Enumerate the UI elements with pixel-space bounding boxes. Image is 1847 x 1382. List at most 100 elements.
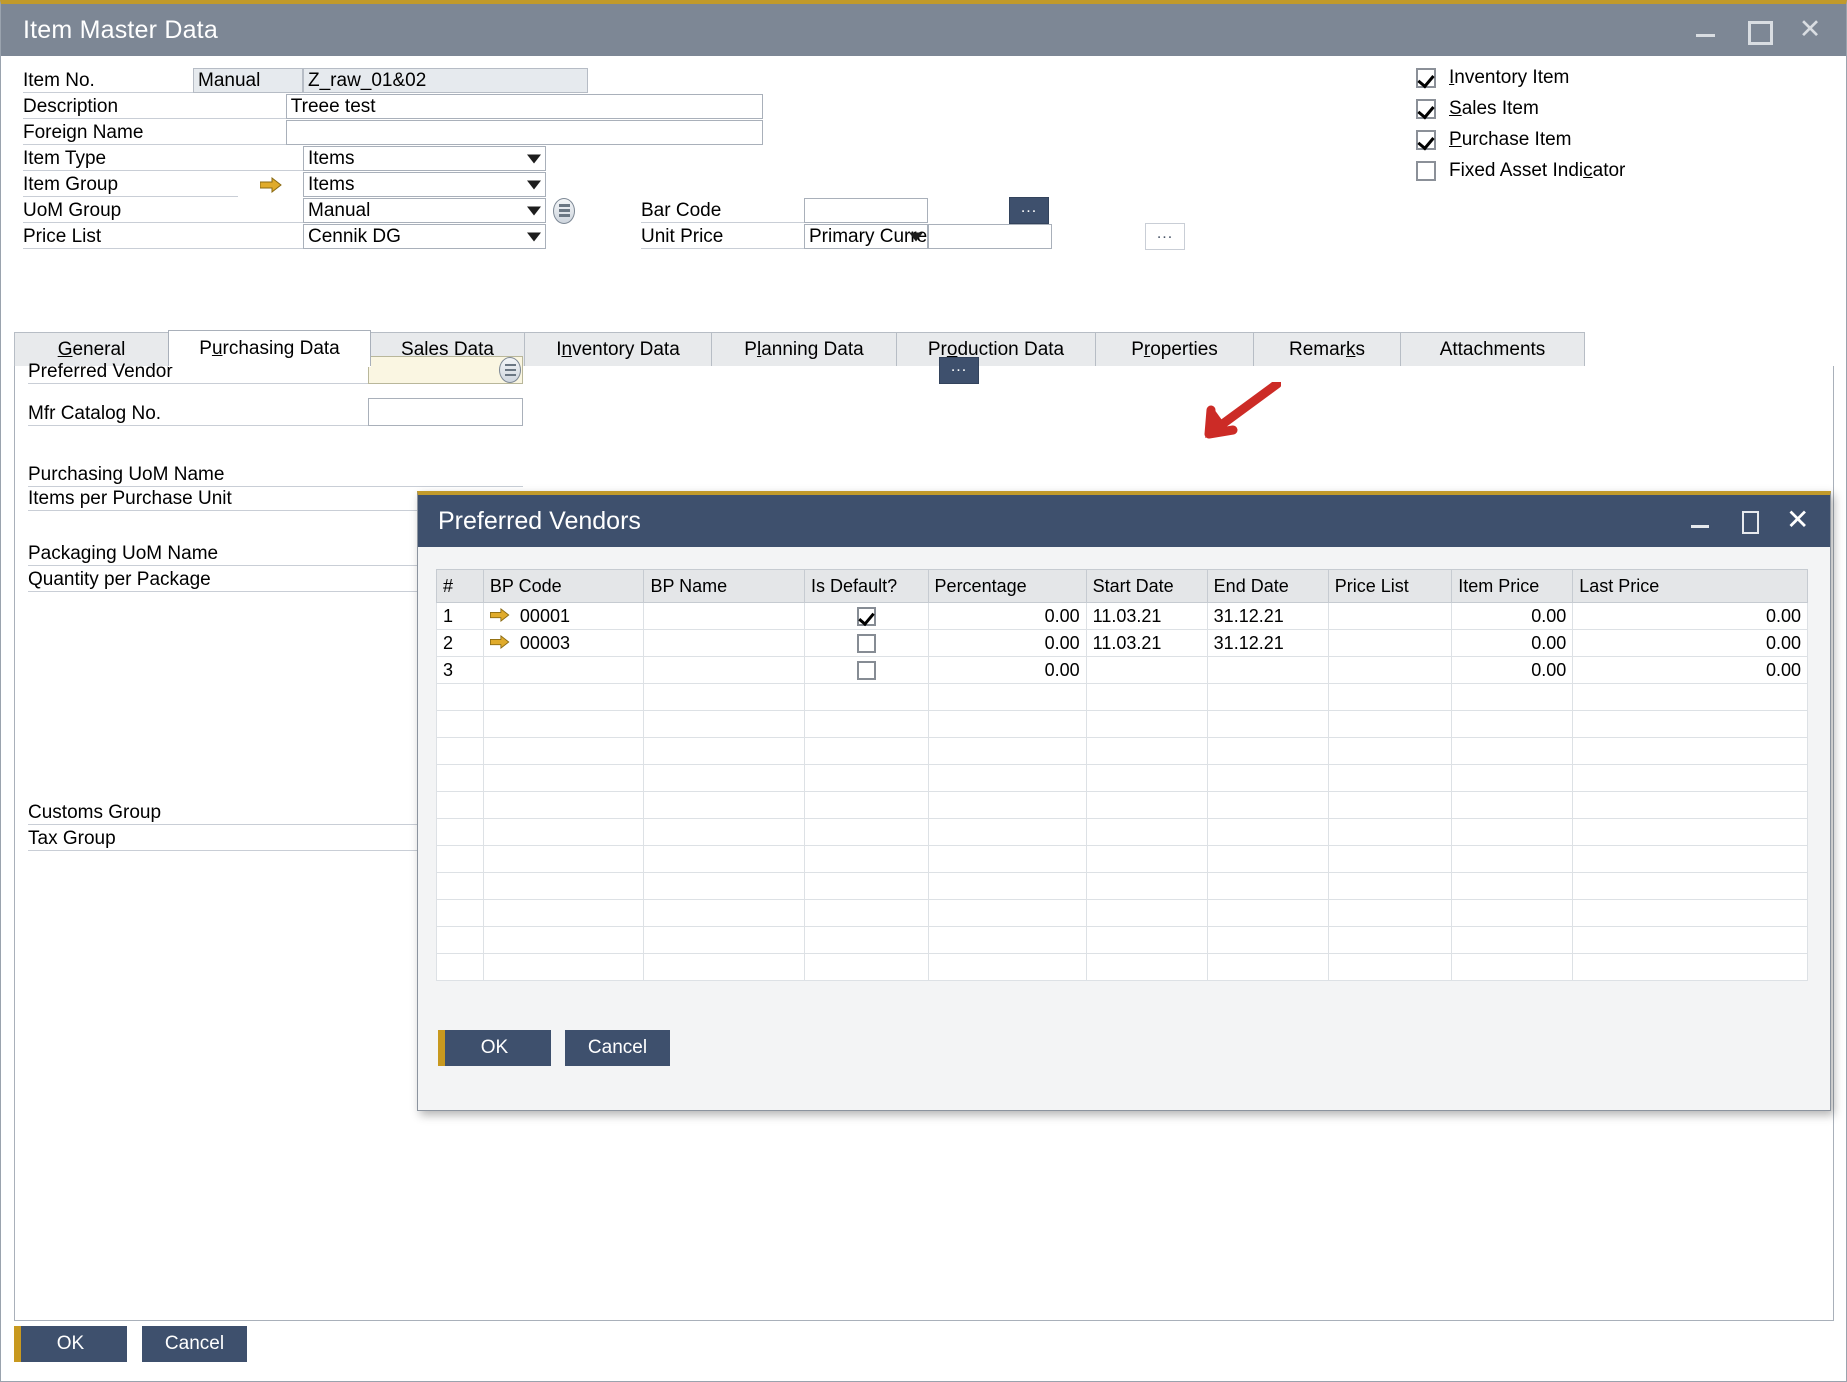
checkbox-sales-item[interactable]: Sales Item xyxy=(1416,98,1539,120)
cell-item-price[interactable]: 0.00 xyxy=(1452,603,1573,630)
tab-attachments[interactable]: Attachments xyxy=(1400,332,1585,366)
is-default-checkbox[interactable] xyxy=(857,661,876,680)
cell-bp-code[interactable] xyxy=(483,711,644,738)
column-header-end-date[interactable]: End Date xyxy=(1207,570,1328,603)
column-header-is-default[interactable]: Is Default? xyxy=(805,570,929,603)
checkbox-inventory-item[interactable]: Inventory Item xyxy=(1416,67,1569,89)
cancel-button[interactable]: Cancel xyxy=(142,1326,247,1362)
link-arrow-icon[interactable] xyxy=(490,635,512,651)
item-no-mode-field[interactable]: Manual xyxy=(193,68,303,93)
column-header-item-price[interactable]: Item Price xyxy=(1452,570,1573,603)
column-header-bp-name[interactable]: BP Name xyxy=(644,570,805,603)
cell-bp-code[interactable] xyxy=(483,846,644,873)
column-header-index[interactable]: # xyxy=(437,570,484,603)
cell-end-date[interactable]: 31.12.21 xyxy=(1207,630,1328,657)
table-row[interactable]: 2000030.0011.03.2131.12.210.000.00 xyxy=(437,630,1808,657)
unit-price-browse-button[interactable]: ... xyxy=(1145,223,1185,250)
table-row-empty[interactable] xyxy=(437,846,1808,873)
maximize-icon[interactable] xyxy=(1746,18,1770,42)
cell-start-date[interactable]: 11.03.21 xyxy=(1086,603,1207,630)
preferred-vendor-browse-button[interactable]: ... xyxy=(939,357,979,384)
table-row-empty[interactable] xyxy=(437,819,1808,846)
description-input[interactable]: Treee test xyxy=(286,94,763,119)
cell-bp-code[interactable] xyxy=(483,792,644,819)
cell-bp-code[interactable]: 00001 xyxy=(483,603,644,630)
dialog-minimize-icon[interactable] xyxy=(1690,510,1712,532)
mfr-catalog-no-input[interactable] xyxy=(368,398,523,426)
item-group-select[interactable]: Items xyxy=(303,172,546,197)
table-row-empty[interactable] xyxy=(437,738,1808,765)
cell-percentage[interactable]: 0.00 xyxy=(928,603,1086,630)
uom-group-select[interactable]: Manual xyxy=(303,198,546,223)
table-row-empty[interactable] xyxy=(437,684,1808,711)
dialog-ok-button[interactable]: OK xyxy=(438,1030,551,1066)
tab-remarks[interactable]: Remarks xyxy=(1253,332,1401,366)
unit-price-input[interactable] xyxy=(928,224,1052,249)
cell-bp-code[interactable] xyxy=(483,873,644,900)
bar-code-input[interactable] xyxy=(804,198,928,223)
table-row-empty[interactable] xyxy=(437,900,1808,927)
checkbox-fixed-asset-indicator[interactable]: Fixed Asset Indicator xyxy=(1416,160,1625,182)
cell-bp-code[interactable] xyxy=(483,684,644,711)
cell-percentage[interactable]: 0.00 xyxy=(928,657,1086,684)
cell-is-default[interactable] xyxy=(805,603,929,630)
cell-bp-code[interactable]: 00003 xyxy=(483,630,644,657)
cell-start-date[interactable]: 11.03.21 xyxy=(1086,630,1207,657)
ok-button[interactable]: OK xyxy=(14,1326,127,1362)
tab-properties[interactable]: Properties xyxy=(1095,332,1254,366)
table-row-empty[interactable] xyxy=(437,792,1808,819)
column-header-percentage[interactable]: Percentage xyxy=(928,570,1086,603)
checkbox-box-purchase-item[interactable] xyxy=(1416,130,1436,150)
cell-bp-code[interactable] xyxy=(483,765,644,792)
column-header-bp-code[interactable]: BP Code xyxy=(483,570,644,603)
cell-bp-code[interactable] xyxy=(483,738,644,765)
column-header-price-list[interactable]: Price List xyxy=(1328,570,1452,603)
column-header-last-price[interactable]: Last Price xyxy=(1573,570,1808,603)
cell-bp-code[interactable] xyxy=(483,900,644,927)
cell-end-date[interactable] xyxy=(1207,657,1328,684)
checkbox-purchase-item[interactable]: Purchase Item xyxy=(1416,129,1572,151)
mfr-catalog-no-label: Mfr Catalog No. xyxy=(28,398,368,426)
list-menu-icon[interactable] xyxy=(499,357,521,383)
link-arrow-icon[interactable] xyxy=(490,608,512,624)
table-row-empty[interactable] xyxy=(437,873,1808,900)
cell-is-default[interactable] xyxy=(805,630,929,657)
cell-end-date xyxy=(1207,954,1328,981)
cell-is-default[interactable] xyxy=(805,657,929,684)
cell-end-date[interactable]: 31.12.21 xyxy=(1207,603,1328,630)
is-default-checkbox[interactable] xyxy=(857,607,876,626)
table-row[interactable]: 1000010.0011.03.2131.12.210.000.00 xyxy=(437,603,1808,630)
bar-code-browse-button[interactable]: ... xyxy=(1009,197,1049,224)
cell-bp-code[interactable] xyxy=(483,657,644,684)
is-default-checkbox[interactable] xyxy=(857,634,876,653)
item-no-input[interactable]: Z_raw_01&02 xyxy=(303,68,588,93)
column-header-start-date[interactable]: Start Date xyxy=(1086,570,1207,603)
cell-bp-code[interactable] xyxy=(483,819,644,846)
cell-item-price[interactable]: 0.00 xyxy=(1452,630,1573,657)
dialog-close-icon[interactable]: ✕ xyxy=(1786,510,1808,532)
link-arrow-icon[interactable] xyxy=(260,177,282,193)
checkbox-box-inventory-item[interactable] xyxy=(1416,68,1436,88)
table-row-empty[interactable] xyxy=(437,765,1808,792)
dialog-maximize-icon[interactable] xyxy=(1738,510,1760,532)
checkbox-box-fixed-asset-indicator[interactable] xyxy=(1416,161,1436,181)
tab-purchasing-data[interactable]: Purchasing Data xyxy=(168,330,371,366)
item-type-select[interactable]: Items xyxy=(303,146,546,171)
table-row-empty[interactable] xyxy=(437,954,1808,981)
minimize-icon[interactable] xyxy=(1694,18,1718,42)
unit-price-currency-select[interactable]: Primary Curre xyxy=(804,224,928,249)
table-row-empty[interactable] xyxy=(437,927,1808,954)
cell-percentage[interactable]: 0.00 xyxy=(928,630,1086,657)
table-row[interactable]: 30.000.000.00 xyxy=(437,657,1808,684)
cell-start-date[interactable] xyxy=(1086,657,1207,684)
cell-bp-code[interactable] xyxy=(483,927,644,954)
uom-group-list-button[interactable] xyxy=(553,198,575,224)
dialog-cancel-button[interactable]: Cancel xyxy=(565,1030,670,1066)
table-row-empty[interactable] xyxy=(437,711,1808,738)
close-icon[interactable]: ✕ xyxy=(1798,18,1822,42)
checkbox-box-sales-item[interactable] xyxy=(1416,99,1436,119)
cell-bp-code[interactable] xyxy=(483,954,644,981)
price-list-select[interactable]: Cennik DG xyxy=(303,224,546,249)
cell-item-price[interactable]: 0.00 xyxy=(1452,657,1573,684)
foreign-name-input[interactable] xyxy=(286,120,763,145)
